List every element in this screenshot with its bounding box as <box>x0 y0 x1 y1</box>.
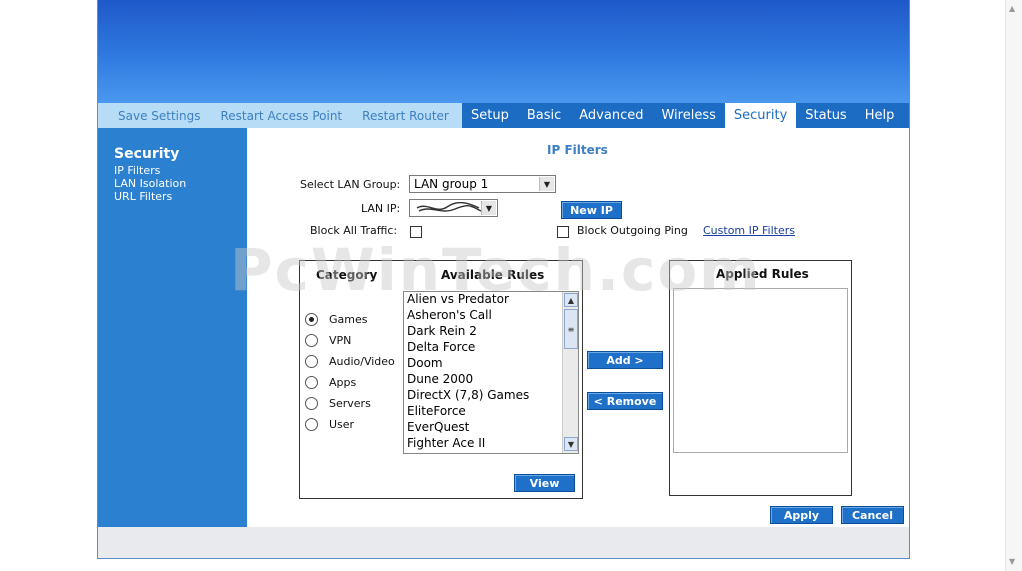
tab-advanced[interactable]: Advanced <box>570 103 652 128</box>
scroll-up-icon[interactable]: ▲ <box>564 293 578 307</box>
apply-button[interactable]: Apply <box>770 506 833 524</box>
page-scrollbar[interactable]: ▲ ▼ <box>1005 0 1022 571</box>
list-item[interactable]: Fighter Ace II <box>407 436 485 450</box>
category-vpn-label: VPN <box>329 334 352 347</box>
category-games-radio[interactable] <box>305 313 318 326</box>
category-vpn-radio[interactable] <box>305 334 318 347</box>
available-rules-list[interactable]: Alien vs Predator Asheron's Call Dark Re… <box>403 291 579 454</box>
list-item[interactable]: EliteForce <box>407 404 466 418</box>
lan-ip-select[interactable]: ▼ <box>409 199 498 217</box>
block-ping-checkbox[interactable] <box>557 226 569 238</box>
sidebar-item-ip-filters[interactable]: IP Filters <box>114 164 160 177</box>
scroll-down-icon[interactable]: ▼ <box>1009 557 1015 566</box>
header-banner <box>98 0 909 103</box>
lan-group-label: Select LAN Group: <box>300 178 401 191</box>
scroll-thumb[interactable]: ≡ <box>564 309 578 349</box>
main-tab-bar: Setup Basic Advanced Wireless Security S… <box>462 103 909 128</box>
list-item[interactable]: Asheron's Call <box>407 308 492 322</box>
list-item[interactable]: Alien vs Predator <box>407 292 509 306</box>
chevron-down-icon: ▼ <box>481 201 496 215</box>
tab-status[interactable]: Status <box>796 103 855 128</box>
scroll-down-icon[interactable]: ▼ <box>564 437 578 451</box>
list-item[interactable]: DirectX (7,8) Games <box>407 388 529 402</box>
tab-security[interactable]: Security <box>724 103 797 128</box>
scroll-up-icon[interactable]: ▲ <box>1009 4 1015 13</box>
block-all-traffic-label: Block All Traffic: <box>310 224 398 237</box>
view-button[interactable]: View <box>514 474 575 492</box>
utility-bar: Save Settings Restart Access Point Resta… <box>98 103 462 128</box>
list-item[interactable]: Doom <box>407 356 443 370</box>
list-item[interactable]: Dark Rein 2 <box>407 324 477 338</box>
restart-router-link[interactable]: Restart Router <box>362 109 449 123</box>
sidebar: Security IP Filters LAN Isolation URL Fi… <box>98 128 247 527</box>
main-content: IP Filters Select LAN Group: LAN group 1… <box>247 128 909 527</box>
restart-access-point-link[interactable]: Restart Access Point <box>221 109 343 123</box>
available-rules-header: Available Rules <box>441 268 545 282</box>
remove-rule-button[interactable]: < Remove <box>587 392 663 410</box>
page-title: IP Filters <box>547 143 608 157</box>
category-header: Category <box>316 268 378 282</box>
new-ip-button[interactable]: New IP <box>561 201 622 219</box>
block-ping-label: Block Outgoing Ping <box>577 224 688 237</box>
rules-panel: Category Available Rules Games VPN Audio… <box>299 260 583 499</box>
applied-rules-header: Applied Rules <box>716 267 809 281</box>
category-apps-label: Apps <box>329 376 357 389</box>
category-audio-video-radio[interactable] <box>305 355 318 368</box>
sidebar-title: Security <box>114 146 180 162</box>
category-user-label: User <box>329 418 355 431</box>
list-item[interactable]: Delta Force <box>407 340 475 354</box>
tab-basic[interactable]: Basic <box>518 103 570 128</box>
lan-group-value: LAN group 1 <box>414 177 489 191</box>
rules-scrollbar[interactable]: ▲ ≡ ▼ <box>562 292 578 453</box>
add-rule-button[interactable]: Add > <box>587 351 663 369</box>
sidebar-item-lan-isolation[interactable]: LAN Isolation <box>114 177 186 190</box>
sidebar-item-url-filters[interactable]: URL Filters <box>114 190 172 203</box>
list-item[interactable]: Dune 2000 <box>407 372 473 386</box>
lan-group-select[interactable]: LAN group 1 ▼ <box>409 175 556 193</box>
custom-ip-filters-link[interactable]: Custom IP Filters <box>703 224 795 237</box>
router-admin-window: Save Settings Restart Access Point Resta… <box>97 0 910 559</box>
footer-bar <box>98 527 909 558</box>
block-all-traffic-checkbox[interactable] <box>410 226 422 238</box>
save-settings-link[interactable]: Save Settings <box>118 109 201 123</box>
scribble-icon <box>416 202 482 212</box>
cancel-button[interactable]: Cancel <box>841 506 904 524</box>
chevron-down-icon: ▼ <box>539 177 554 191</box>
category-servers-label: Servers <box>329 397 371 410</box>
tab-setup[interactable]: Setup <box>462 103 518 128</box>
category-servers-radio[interactable] <box>305 397 318 410</box>
category-games-label: Games <box>329 313 368 326</box>
tab-wireless[interactable]: Wireless <box>652 103 724 128</box>
category-user-radio[interactable] <box>305 418 318 431</box>
lan-ip-label: LAN IP: <box>361 202 401 215</box>
applied-rules-panel: Applied Rules <box>669 260 852 496</box>
tab-help[interactable]: Help <box>856 103 904 128</box>
category-audio-video-label: Audio/Video <box>329 355 395 368</box>
category-apps-radio[interactable] <box>305 376 318 389</box>
list-item[interactable]: EverQuest <box>407 420 469 434</box>
applied-rules-list[interactable] <box>673 288 848 453</box>
